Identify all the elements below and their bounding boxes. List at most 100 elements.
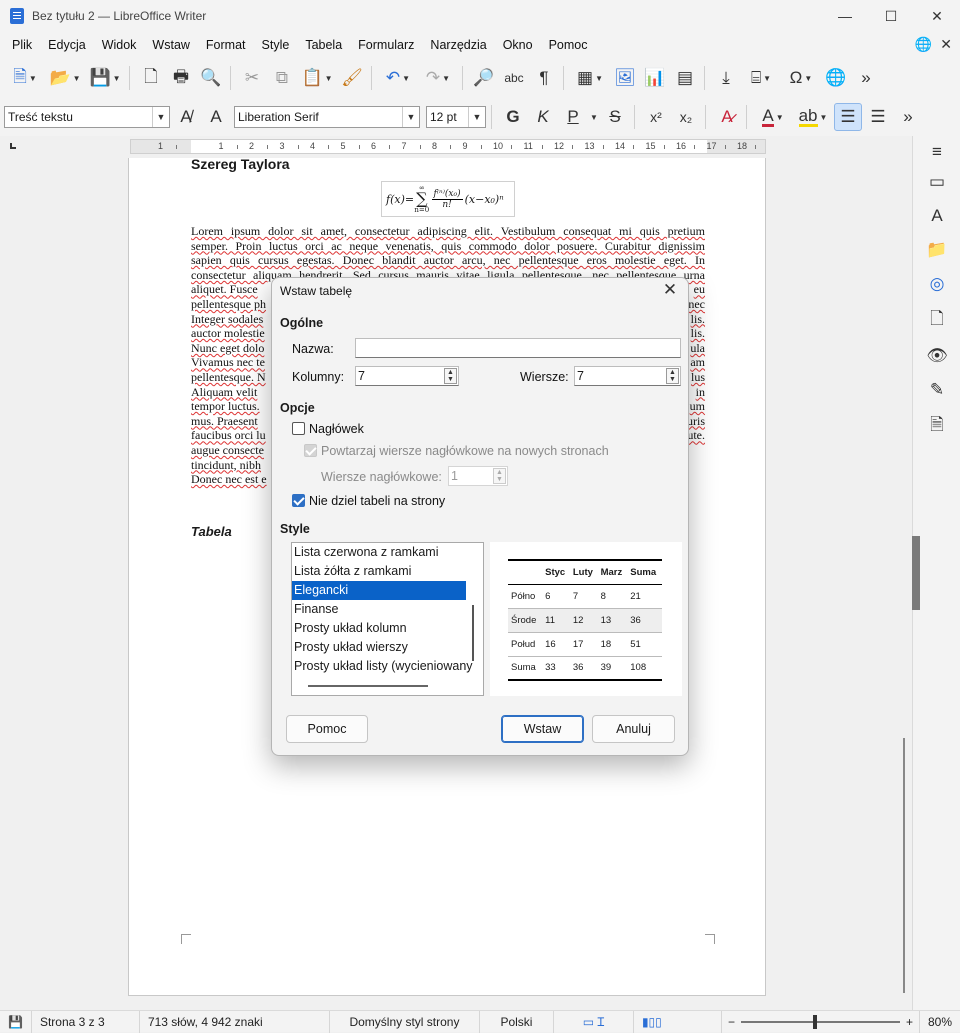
font-color-icon[interactable]: A ▼ <box>754 103 792 131</box>
style-list-item[interactable]: Prosty układ wierszy <box>292 638 466 657</box>
insert-image-icon[interactable]: 🖼 <box>611 64 639 92</box>
chevron-down-icon[interactable]: ▼ <box>468 107 485 127</box>
new-style-icon[interactable]: A <box>202 103 230 131</box>
font-size-combo[interactable]: 12 pt ▼ <box>426 106 486 128</box>
columns-field[interactable]: 7 ▲ ▼ <box>355 366 459 386</box>
cut-icon[interactable]: ✂ <box>238 64 266 92</box>
insert-mode-icon[interactable]: ▭ Ɪ <box>554 1010 634 1033</box>
paragraph-style-combo[interactable]: Treść tekstu ▼ <box>4 106 170 128</box>
insert-field-icon[interactable]: ⌸ ▼ <box>742 64 780 92</box>
insert-hyperlink-icon[interactable]: 🌐 <box>822 64 850 92</box>
menu-format[interactable]: Format <box>198 32 254 58</box>
tab-stop-corner-icon[interactable] <box>10 143 16 149</box>
menu-style[interactable]: Style <box>254 32 298 58</box>
cancel-button[interactable]: Anuluj <box>592 715 675 743</box>
globe-icon[interactable]: 🌐 <box>915 36 932 52</box>
insert-table-icon[interactable]: ▦ ▼ <box>571 64 609 92</box>
rows-field[interactable]: 7 ▲ ▼ <box>574 366 681 386</box>
gallery-icon[interactable]: 📁 <box>925 238 949 262</box>
style-list-item[interactable]: Finanse <box>292 600 466 619</box>
align-center-icon[interactable]: ☰ <box>864 103 892 131</box>
heading-rows-field[interactable]: 1 ▲ ▼ <box>448 466 508 486</box>
insert-chart-icon[interactable]: 📊 <box>641 64 669 92</box>
style-list[interactable]: Lista czerwona z ramkami Lista żółta z r… <box>291 542 484 696</box>
style-list-item[interactable]: Prosty układ kolumn <box>292 619 466 638</box>
style-list-item[interactable]: Lista żółta z ramkami <box>292 562 466 581</box>
status-page-style[interactable]: Domyślny styl strony <box>330 1010 480 1033</box>
formatting-marks-icon[interactable]: ¶ <box>530 64 558 92</box>
open-folder-icon[interactable]: 📂 ▼ <box>46 64 84 92</box>
highlight-color-icon[interactable]: ab ▼ <box>794 103 832 131</box>
menu-wstaw[interactable]: Wstaw <box>144 32 198 58</box>
clone-formatting-icon[interactable]: 🖌 <box>338 64 366 92</box>
insert-button[interactable]: Wstaw <box>501 715 584 743</box>
italic-button[interactable]: K <box>529 103 557 131</box>
style-list-vscrollbar[interactable] <box>472 605 474 661</box>
chevron-down-icon[interactable]: ▼ <box>152 107 169 127</box>
name-input[interactable] <box>355 338 681 358</box>
close-window-button[interactable]: ✕ <box>914 0 960 32</box>
vertical-scrollbar[interactable] <box>898 158 912 1010</box>
superscript-button[interactable]: x² <box>642 103 670 131</box>
update-style-icon[interactable]: A̸ <box>172 103 200 131</box>
underline-button[interactable]: P <box>559 103 587 131</box>
menu-narzedzia[interactable]: Narzędzia <box>422 32 494 58</box>
chevron-down-icon[interactable]: ▼ <box>589 103 599 131</box>
paste-icon[interactable]: 📋 ▼ <box>298 64 336 92</box>
rows-stepper[interactable]: ▲ ▼ <box>666 368 679 384</box>
close-document-icon[interactable]: ✕ <box>940 36 952 52</box>
heading-rows-stepper[interactable]: ▲ ▼ <box>493 468 506 484</box>
sidebar-menu-icon[interactable]: ≡ <box>925 140 949 164</box>
undo-icon[interactable]: ↶ ▼ <box>379 64 417 92</box>
insert-page-break-icon[interactable]: ⤓ <box>712 64 740 92</box>
style-list-item[interactable]: Prosty układ listy (wycieniowany <box>292 657 473 676</box>
insert-textbox-icon[interactable]: ▤ <box>671 64 699 92</box>
zoom-in-icon[interactable]: + <box>906 1015 913 1029</box>
manage-changes-icon[interactable]: ✎ <box>925 378 949 402</box>
menu-widok[interactable]: Widok <box>94 32 145 58</box>
menu-pomoc[interactable]: Pomoc <box>541 32 596 58</box>
zoom-track[interactable] <box>740 1014 900 1029</box>
menu-edycja[interactable]: Edycja <box>40 32 94 58</box>
sidebar-collapse-handle[interactable] <box>912 536 920 610</box>
font-name-combo[interactable]: Liberation Serif ▼ <box>234 106 420 128</box>
align-left-icon[interactable]: ☰ <box>834 103 862 131</box>
special-character-icon[interactable]: Ω ▼ <box>782 64 820 92</box>
bold-button[interactable]: G <box>499 103 527 131</box>
properties-icon[interactable]: ▭ <box>925 170 949 194</box>
style-list-hscrollbar[interactable] <box>308 685 428 687</box>
toolbar-overflow-icon[interactable]: » <box>894 103 922 131</box>
print-icon[interactable]: 🖶 <box>167 64 195 92</box>
new-document-icon[interactable]: 🗎 ▼ <box>6 64 44 92</box>
status-zoom[interactable]: 80% <box>918 1010 960 1033</box>
clear-formatting-icon[interactable]: A̷ <box>713 103 741 131</box>
status-language[interactable]: Polski <box>480 1010 554 1033</box>
view-layout-icon[interactable]: ▮▯▯ <box>634 1010 722 1033</box>
styles-icon[interactable]: A <box>925 204 949 228</box>
print-preview-icon[interactable]: 🔍 <box>197 64 225 92</box>
horizontal-ruler[interactable]: 1 1 2 3 4 5 6 7 8 9 10 11 12 13 14 15 16 17 18 <box>130 139 766 154</box>
minimize-button[interactable]: — <box>822 0 868 32</box>
export-pdf-icon[interactable]: 🗋 <box>137 64 165 92</box>
spelling-icon[interactable]: abc <box>500 64 528 92</box>
menu-formularz[interactable]: Formularz <box>350 32 422 58</box>
menu-tabela[interactable]: Tabela <box>297 32 350 58</box>
status-page[interactable]: Strona 3 z 3 <box>32 1010 140 1033</box>
style-list-item[interactable]: Lista czerwona z ramkami <box>292 543 466 562</box>
menu-okno[interactable]: Okno <box>495 32 541 58</box>
status-words[interactable]: 713 słów, 4 942 znaki <box>140 1010 330 1033</box>
repeat-heading-checkbox[interactable] <box>304 444 317 457</box>
document-modified-icon[interactable]: 💾 <box>0 1010 32 1033</box>
copy-icon[interactable]: ⧉ <box>268 64 296 92</box>
style-list-item-selected[interactable]: Elegancki <box>292 581 466 600</box>
zoom-out-icon[interactable]: − <box>728 1015 735 1029</box>
subscript-button[interactable]: x₂ <box>672 103 700 131</box>
style-inspector-icon[interactable]: 👁 <box>925 344 949 368</box>
maximize-button[interactable]: ☐ <box>868 0 914 32</box>
help-button[interactable]: Pomoc <box>286 715 368 743</box>
save-icon[interactable]: 💾 ▼ <box>86 64 124 92</box>
zoom-thumb[interactable] <box>812 1014 817 1029</box>
chevron-down-icon[interactable]: ▼ <box>402 107 419 127</box>
redo-icon[interactable]: ↷ ▼ <box>419 64 457 92</box>
menu-plik[interactable]: Plik <box>4 32 40 58</box>
